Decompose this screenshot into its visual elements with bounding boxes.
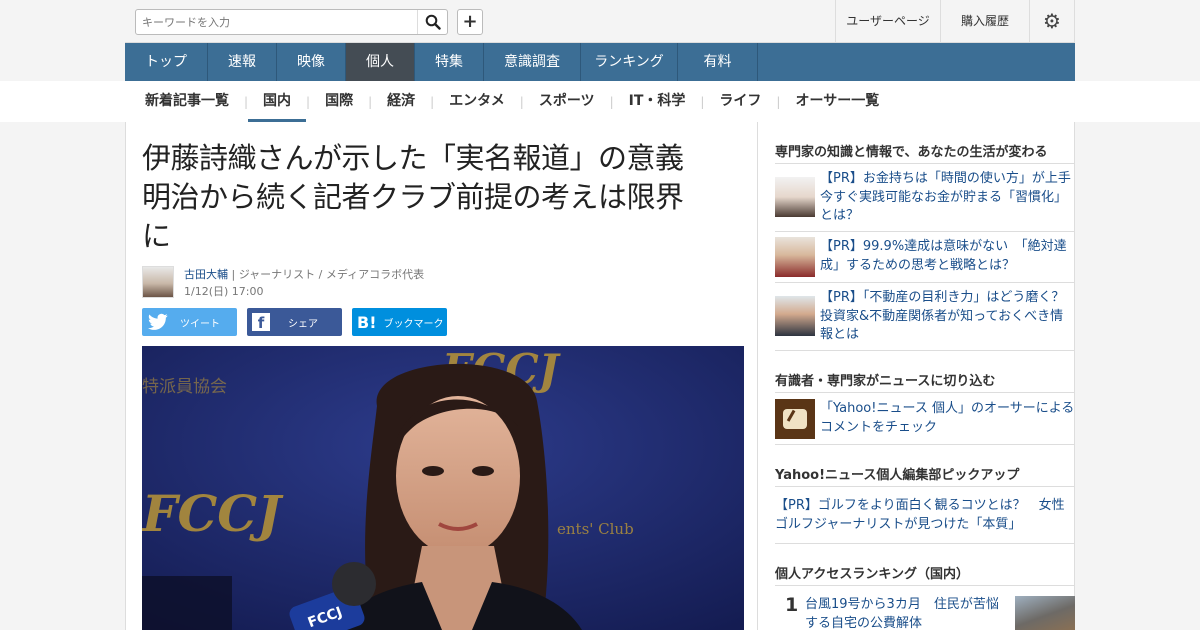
search-box <box>135 9 448 35</box>
facebook-share-label: シェア <box>288 318 318 330</box>
subnav-item-international[interactable]: 国際 <box>310 81 368 122</box>
post-date: 1/12(日) 17:00 <box>184 285 264 298</box>
twitter-bird-icon <box>148 313 168 330</box>
divider <box>775 585 1075 586</box>
photo-fccj-text: FCCJ <box>142 484 284 543</box>
hatena-icon: B! <box>357 312 377 332</box>
subnav-item-it-science[interactable]: IT・科学 <box>614 81 701 122</box>
user-page-link[interactable]: ユーザーページ <box>835 0 940 43</box>
pr-link[interactable]: 【PR】「不動産の目利き力」はどう磨く？ 投資家&不動産関係者が知っておくべき情… <box>820 289 1077 345</box>
divider <box>775 163 1075 164</box>
subnav-item-domestic[interactable]: 国内 <box>248 81 307 122</box>
pickup-link[interactable]: 【PR】ゴルフをより面白く観るコツとは？ 女性ゴルフジャーナリストが見つけた「本… <box>775 497 1075 534</box>
author-line: 古田大輔 | ジャーナリスト / メディアコラボ代表 <box>184 266 424 282</box>
author-avatar[interactable] <box>142 266 174 298</box>
subnav-item-entertainment[interactable]: エンタメ <box>434 81 520 122</box>
nav-item-paid[interactable]: 有料 <box>678 43 758 81</box>
sub-nav: 新着記事一覧 | 国内 | 国際 | 経済 | エンタメ | スポーツ | IT… <box>145 81 894 122</box>
article-photo-illustration: FCCJ FCCJ ents' Club 特派員協会 FCCJ <box>142 346 744 630</box>
tweet-button[interactable]: ツイート <box>142 308 237 336</box>
ranking-thumbnail[interactable] <box>1015 596 1075 630</box>
global-nav: トップ 速報 映像 個人 特集 意識調査 ランキング 有料 <box>125 43 1075 81</box>
article-title: 伊藤詩織さんが示した「実名報道」の意義 明治から続く記者クラブ前提の考えは限界 … <box>142 139 732 256</box>
pr-link[interactable]: 【PR】99.9%達成は意味がない 「絶対達成」するための思考と戦略とは？ <box>820 238 1076 275</box>
author-name[interactable]: 古田大輔 <box>184 268 228 281</box>
search-button[interactable] <box>417 10 447 34</box>
search-icon <box>425 14 441 30</box>
facebook-icon: f <box>252 313 270 332</box>
comment-heading: 有識者・専門家がニュースに切り込む <box>775 374 996 389</box>
hatena-bookmark-button[interactable]: B! ブックマーク <box>352 308 447 336</box>
plus-icon: + <box>462 11 478 32</box>
pr-thumbnail[interactable] <box>775 237 815 277</box>
pr-link[interactable]: 【PR】お金持ちは「時間の使い方」が上手 今すぐ実践可能なお金が貯まる「習慣化」… <box>820 170 1084 226</box>
sidebar: 専門家の知識と情報で、あなたの生活が変わる 【PR】お金持ちは「時間の使い方」が… <box>758 122 1084 630</box>
hatena-bookmark-label: ブックマーク <box>383 318 444 330</box>
subnav-item-latest[interactable]: 新着記事一覧 <box>145 81 244 122</box>
article-photo: FCCJ FCCJ ents' Club 特派員協会 FCCJ <box>142 346 744 630</box>
divider <box>775 392 1075 393</box>
divider <box>775 231 1075 232</box>
ranking-link[interactable]: 台風19号から3カ月 住民が苦悩する自宅の公費解体 <box>805 596 1005 630</box>
expert-heading: 専門家の知識と情報で、あなたの生活が変わる <box>775 145 1048 160</box>
divider <box>775 444 1075 445</box>
photo-sign-text: 特派員協会 <box>142 377 227 397</box>
subnav-item-sports[interactable]: スポーツ <box>524 81 610 122</box>
nav-item-video[interactable]: 映像 <box>277 43 346 81</box>
quill-icon <box>783 409 807 429</box>
subnav-item-economy[interactable]: 経済 <box>372 81 430 122</box>
nav-item-ranking[interactable]: ランキング <box>581 43 678 81</box>
nav-item-feature[interactable]: 特集 <box>415 43 484 81</box>
facebook-share-button[interactable]: f シェア <box>247 308 342 336</box>
pr-thumbnail[interactable] <box>775 296 815 336</box>
top-bar: + ユーザーページ 購入履歴 ⚙ <box>125 0 1075 43</box>
ranking-number: 1 <box>785 594 799 616</box>
author-role: ジャーナリスト / メディアコラボ代表 <box>238 268 425 281</box>
ranking-heading: 個人アクセスランキング（国内） <box>775 567 969 582</box>
photo-club-text: ents' Club <box>557 520 634 538</box>
add-button[interactable]: + <box>457 9 483 35</box>
nav-item-individual[interactable]: 個人 <box>346 43 415 81</box>
subnav-item-life[interactable]: ライフ <box>704 81 776 122</box>
pr-thumbnail[interactable] <box>775 177 815 217</box>
settings-button[interactable]: ⚙ <box>1029 0 1075 43</box>
comment-link[interactable]: 「Yahoo!ニュース 個人」のオーサーによるコメントをチェック <box>820 400 1076 437</box>
search-input[interactable] <box>136 10 416 34</box>
article-column: 伊藤詩織さんが示した「実名報道」の意義 明治から続く記者クラブ前提の考えは限界 … <box>125 122 758 630</box>
pickup-heading: Yahoo!ニュース個人編集部ピックアップ <box>775 468 1020 483</box>
nav-item-breaking[interactable]: 速報 <box>208 43 277 81</box>
divider <box>775 543 1075 544</box>
nav-item-survey[interactable]: 意識調査 <box>484 43 581 81</box>
divider <box>775 282 1075 283</box>
gear-icon: ⚙ <box>1043 9 1061 33</box>
divider <box>775 486 1075 487</box>
title-line: に <box>142 219 171 253</box>
purchase-history-link[interactable]: 購入履歴 <box>940 0 1029 43</box>
subnav-item-authors[interactable]: オーサー一覧 <box>780 81 894 122</box>
comment-thumbnail[interactable] <box>775 399 815 439</box>
title-line: 明治から続く記者クラブ前提の考えは限界 <box>142 180 684 214</box>
title-line: 伊藤詩織さんが示した「実名報道」の意義 <box>142 141 684 175</box>
author-separator: | <box>231 268 239 281</box>
divider <box>775 350 1075 351</box>
nav-item-top[interactable]: トップ <box>125 43 208 81</box>
tweet-label: ツイート <box>180 318 220 330</box>
